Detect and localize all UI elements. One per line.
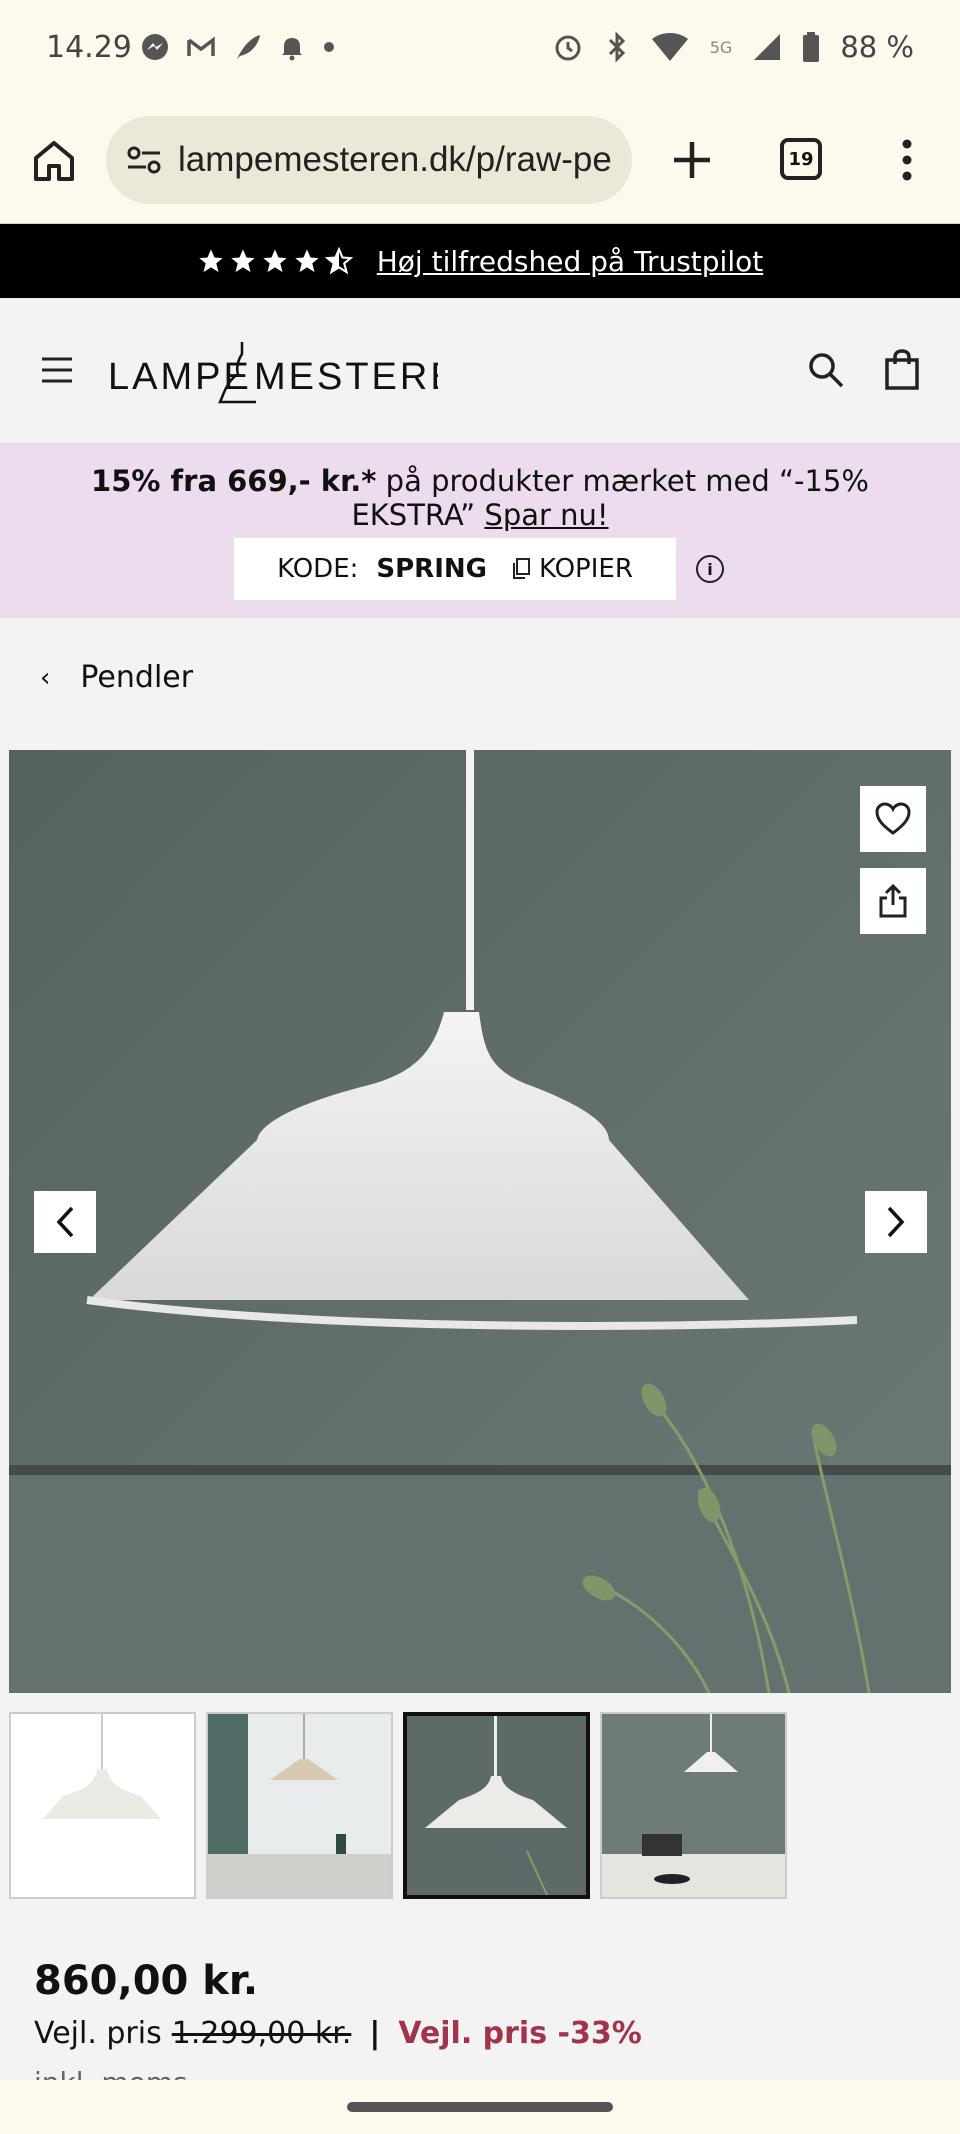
dot-icon: [324, 42, 334, 52]
promo-body: på produkter mærket med “-15% EKSTRA”: [351, 464, 869, 532]
chevron-right-icon: [887, 1206, 905, 1238]
trustpilot-banner: Høj tilfredshed på Trustpilot: [0, 224, 960, 298]
rating-stars: [197, 247, 353, 275]
wifi-icon: [651, 33, 688, 61]
lampemesteren-logo: LAMPE MESTEREN: [108, 342, 486, 404]
menu-icon[interactable]: [40, 356, 74, 384]
discount-code-box: KODE: SPRING KOPIER: [234, 538, 676, 600]
status-bar: 14.29 5G 88 %: [0, 0, 960, 100]
promo-banner: 15% fra 669,- kr.* på produkter mærket m…: [0, 444, 960, 618]
signal-icon: [754, 34, 781, 60]
price-separator: |: [369, 2016, 381, 2051]
thumbnail-image: [208, 1714, 391, 1897]
star-icon: [263, 249, 287, 273]
site-header: LAMPE MESTEREN: [0, 298, 960, 444]
copy-button[interactable]: KOPIER: [511, 554, 633, 584]
promo-link[interactable]: Spar nu!: [484, 498, 608, 532]
current-price: 860,00 kr.: [34, 1958, 259, 2004]
feather-icon: [237, 35, 260, 59]
notification-icons: [140, 32, 336, 62]
star-icon: [295, 249, 319, 273]
price-details: Vejl. pris 1.299,00 kr. | Vejl. pris -33…: [34, 2016, 642, 2051]
url-text: lampemesteren.dk/p/raw-pe: [178, 140, 612, 179]
product-image[interactable]: [9, 750, 951, 1693]
bell-icon: [282, 38, 302, 61]
share-icon: [879, 883, 907, 918]
alarm-icon: [555, 35, 581, 61]
star-icon: [231, 249, 255, 273]
home-icon[interactable]: [30, 136, 78, 184]
battery-level: 88 %: [840, 30, 914, 64]
gmail-icon: [187, 36, 215, 56]
address-bar[interactable]: lampemesteren.dk/p/raw-pe: [106, 116, 632, 204]
heart-icon: [875, 802, 911, 835]
shopping-bag-icon[interactable]: [884, 348, 920, 390]
tab-switcher-button[interactable]: 19: [780, 138, 822, 180]
pendant-lamp-photo: [9, 750, 951, 1693]
search-icon[interactable]: [806, 350, 846, 390]
browser-toolbar: lampemesteren.dk/p/raw-pe 19: [0, 100, 960, 224]
share-button[interactable]: [860, 868, 926, 934]
new-tab-icon[interactable]: [668, 136, 716, 184]
svg-text:LAMPE: LAMPE: [108, 356, 252, 398]
status-time: 14.29: [46, 30, 132, 65]
breadcrumb-label: Pendler: [80, 660, 194, 695]
previous-image-button[interactable]: [34, 1191, 96, 1253]
promo-text: 15% fra 669,- kr.* på produkter mærket m…: [60, 464, 900, 532]
thumbnail-3[interactable]: [403, 1712, 590, 1899]
star-icon: [199, 249, 223, 273]
more-menu-icon[interactable]: [892, 136, 922, 184]
copy-label: KOPIER: [538, 554, 633, 584]
code-value: SPRING: [376, 554, 487, 584]
bluetooth-icon: [608, 31, 625, 63]
tab-count: 19: [788, 148, 814, 170]
svg-text:MESTEREN: MESTEREN: [254, 356, 438, 398]
copy-icon: [512, 558, 530, 579]
system-icons: 5G 88 %: [552, 30, 914, 64]
messenger-icon: [142, 34, 168, 60]
breadcrumb[interactable]: ‹ Pendler: [40, 660, 193, 695]
thumbnail-1[interactable]: [9, 1712, 196, 1899]
next-image-button[interactable]: [865, 1191, 927, 1253]
thumbnail-image: [11, 1714, 194, 1897]
half-star-icon: [324, 247, 353, 275]
thumbnail-image: [602, 1714, 785, 1897]
battery-icon: [803, 32, 820, 62]
thumbnail-2[interactable]: [206, 1712, 393, 1899]
code-label: KODE:: [277, 554, 359, 584]
trustpilot-link[interactable]: Høj tilfredshed på Trustpilot: [377, 245, 763, 278]
gesture-nav-bar: [0, 2080, 960, 2134]
thumbnail-4[interactable]: [600, 1712, 787, 1899]
thumbnail-strip: [9, 1712, 787, 1899]
thumbnail-image: [407, 1716, 586, 1895]
rrp-label: Vejl. pris: [34, 2016, 162, 2051]
discount-badge: Vejl. pris -33%: [398, 2016, 642, 2051]
info-icon[interactable]: i: [696, 555, 724, 583]
rrp-price: 1.299,00 kr.: [171, 2016, 352, 2051]
site-settings-icon[interactable]: [124, 140, 164, 180]
chevron-left-icon: ‹: [40, 662, 51, 693]
logo[interactable]: LAMPE MESTEREN: [108, 338, 486, 412]
promo-highlight: 15% fra 669,- kr.*: [91, 464, 377, 498]
home-gesture-handle[interactable]: [347, 2102, 613, 2112]
chevron-left-icon: [56, 1206, 74, 1238]
favorite-button[interactable]: [860, 786, 926, 852]
network-type: 5G: [709, 37, 733, 57]
